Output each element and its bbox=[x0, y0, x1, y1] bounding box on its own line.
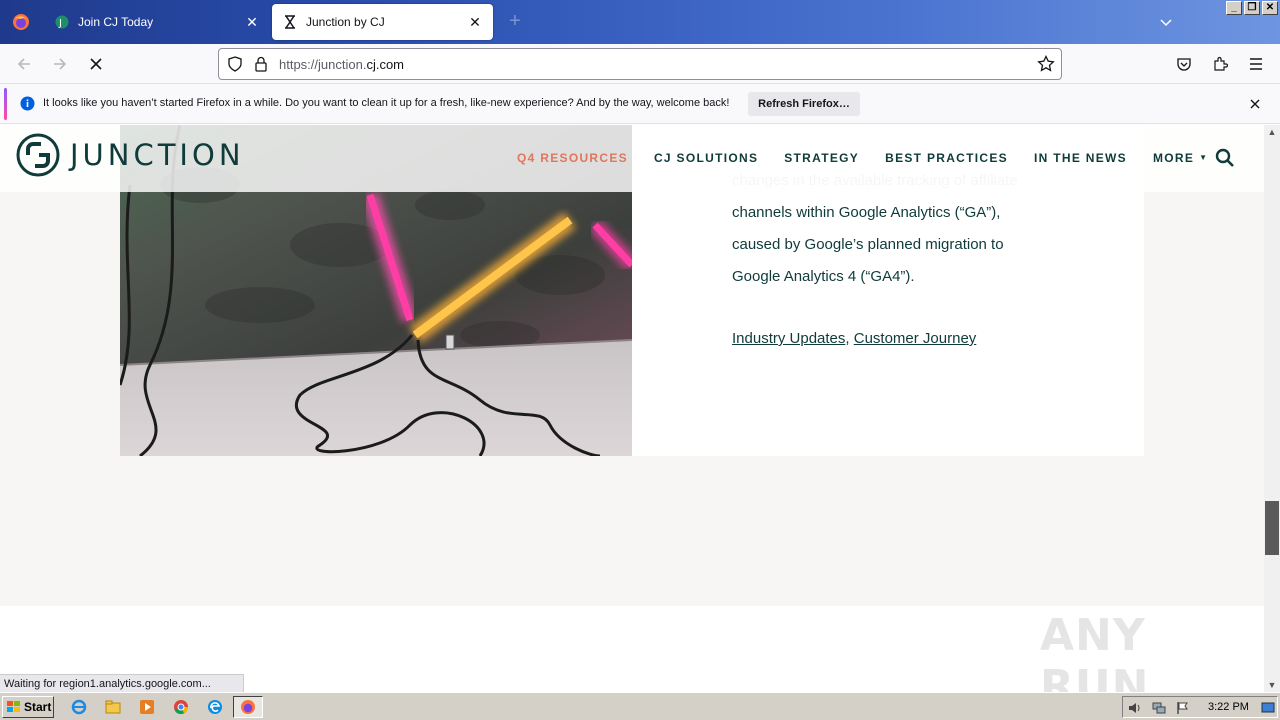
internet-explorer-icon[interactable] bbox=[70, 698, 88, 716]
tab-junction[interactable]: Junction by CJ ✕ bbox=[272, 4, 493, 40]
scroll-down-icon[interactable]: ▼ bbox=[1264, 678, 1280, 692]
tracking-protection-shield-icon[interactable] bbox=[227, 56, 243, 77]
page-viewport: changes in the available tracking of aff… bbox=[0, 125, 1264, 692]
firefox-icon bbox=[241, 700, 255, 714]
taskbar-clock: 3:22 PM bbox=[1208, 701, 1249, 713]
status-panel: Waiting for region1.analytics.google.com… bbox=[0, 674, 244, 692]
tab-label: Junction by CJ bbox=[306, 15, 385, 29]
show-desktop-icon[interactable] bbox=[1260, 700, 1276, 716]
close-tab-icon[interactable]: ✕ bbox=[467, 14, 483, 30]
window-controls: _ ❐ ✕ bbox=[1226, 1, 1278, 15]
minimize-icon[interactable]: _ bbox=[1226, 1, 1242, 15]
bookmark-star-icon[interactable] bbox=[1037, 54, 1055, 78]
edge-icon[interactable] bbox=[206, 698, 224, 716]
system-tray: 3:22 PM bbox=[1122, 696, 1278, 718]
tag-customer-journey-link[interactable]: Customer Journey bbox=[854, 330, 977, 347]
close-notification-icon[interactable] bbox=[1249, 97, 1261, 115]
excerpt-line: channels within Google Analytics (“GA”), bbox=[732, 204, 1001, 221]
back-icon[interactable] bbox=[14, 54, 34, 74]
site-header: JUNCTION Q4 RESOURCES CJ SOLUTIONS STRAT… bbox=[0, 125, 1264, 192]
notification-bar: It looks like you haven’t started Firefo… bbox=[0, 84, 1280, 124]
search-icon[interactable] bbox=[1215, 148, 1235, 168]
tag-separator: , bbox=[845, 330, 850, 347]
excerpt-line: Google Analytics 4 (“GA4”). bbox=[732, 268, 915, 285]
menu-item-q4-resources[interactable]: Q4 RESOURCES bbox=[517, 151, 628, 165]
chrome-icon[interactable] bbox=[172, 698, 190, 716]
pocket-icon[interactable] bbox=[1174, 54, 1194, 74]
tab-label: Join CJ Today bbox=[78, 15, 154, 29]
start-button[interactable]: Start bbox=[2, 696, 54, 718]
list-all-tabs-icon[interactable] bbox=[1158, 14, 1174, 30]
anyrun-watermark: ANY RUN bbox=[1040, 610, 1150, 692]
extensions-icon[interactable] bbox=[1210, 54, 1230, 74]
menu-item-cj-solutions[interactable]: CJ SOLUTIONS bbox=[654, 151, 758, 165]
refresh-firefox-button[interactable]: Refresh Firefox… bbox=[748, 92, 860, 116]
info-icon bbox=[20, 96, 35, 116]
lock-icon[interactable] bbox=[254, 56, 268, 77]
chevron-down-icon: ▼ bbox=[1199, 153, 1209, 162]
svg-text:J: J bbox=[58, 18, 62, 29]
cj-favicon-icon: J bbox=[54, 14, 70, 30]
taskbar-firefox-button[interactable] bbox=[233, 696, 263, 718]
vertical-scrollbar[interactable]: ▲ ▼ bbox=[1264, 125, 1280, 692]
forward-icon[interactable] bbox=[50, 54, 70, 74]
article-tags: Industry Updates, Customer Journey bbox=[732, 330, 976, 347]
start-label: Start bbox=[24, 700, 52, 714]
url-prefix: https://junction. bbox=[279, 57, 367, 72]
volume-icon[interactable] bbox=[1127, 700, 1143, 716]
scroll-up-icon[interactable]: ▲ bbox=[1264, 125, 1280, 139]
cj-logo-icon bbox=[16, 133, 60, 177]
network-icon[interactable] bbox=[1151, 700, 1167, 716]
app-menu-icon[interactable] bbox=[1246, 54, 1266, 74]
hourglass-loading-icon bbox=[282, 14, 298, 30]
scrollbar-thumb[interactable] bbox=[1265, 501, 1279, 555]
notification-message: It looks like you haven’t started Firefo… bbox=[43, 97, 730, 109]
restore-icon[interactable]: ❐ bbox=[1244, 1, 1260, 15]
windows-taskbar: Start 3:22 PM bbox=[0, 692, 1280, 720]
menu-item-more-label: MORE bbox=[1152, 151, 1195, 165]
url-domain: cj.com bbox=[366, 57, 405, 72]
navigation-toolbar: https://junction.cj.com bbox=[0, 44, 1280, 84]
junction-logo[interactable]: JUNCTION bbox=[16, 133, 245, 177]
browser-tab-strip: J Join CJ Today ✕ Junction by CJ ✕ + _ ❐… bbox=[0, 0, 1280, 44]
menu-item-more[interactable]: MORE ▼ bbox=[1153, 151, 1208, 165]
excerpt-line: caused by Google’s planned migration to bbox=[732, 236, 1004, 253]
tab-join-cj[interactable]: J Join CJ Today ✕ bbox=[44, 4, 270, 40]
firefox-menu-icon[interactable] bbox=[0, 0, 42, 44]
stop-loading-icon[interactable] bbox=[86, 54, 106, 74]
action-center-flag-icon[interactable] bbox=[1175, 700, 1191, 716]
logo-wordmark: JUNCTION bbox=[70, 138, 245, 172]
main-menu: Q4 RESOURCES CJ SOLUTIONS STRATEGY BEST … bbox=[517, 151, 1234, 165]
new-tab-icon[interactable]: + bbox=[505, 11, 525, 32]
menu-item-strategy[interactable]: STRATEGY bbox=[784, 151, 859, 165]
windows-logo-icon bbox=[7, 701, 20, 712]
tag-industry-updates-link[interactable]: Industry Updates bbox=[732, 330, 845, 347]
address-bar[interactable]: https://junction.cj.com bbox=[218, 48, 1062, 80]
url-text[interactable]: https://junction.cj.com bbox=[279, 57, 404, 72]
close-window-icon[interactable]: ✕ bbox=[1262, 1, 1278, 15]
file-explorer-icon[interactable] bbox=[104, 698, 122, 716]
notification-accent bbox=[4, 88, 7, 120]
media-player-icon[interactable] bbox=[138, 698, 156, 716]
close-tab-icon[interactable]: ✕ bbox=[244, 14, 260, 30]
menu-item-best-practices[interactable]: BEST PRACTICES bbox=[885, 151, 1008, 165]
menu-item-in-the-news[interactable]: IN THE NEWS bbox=[1034, 151, 1127, 165]
